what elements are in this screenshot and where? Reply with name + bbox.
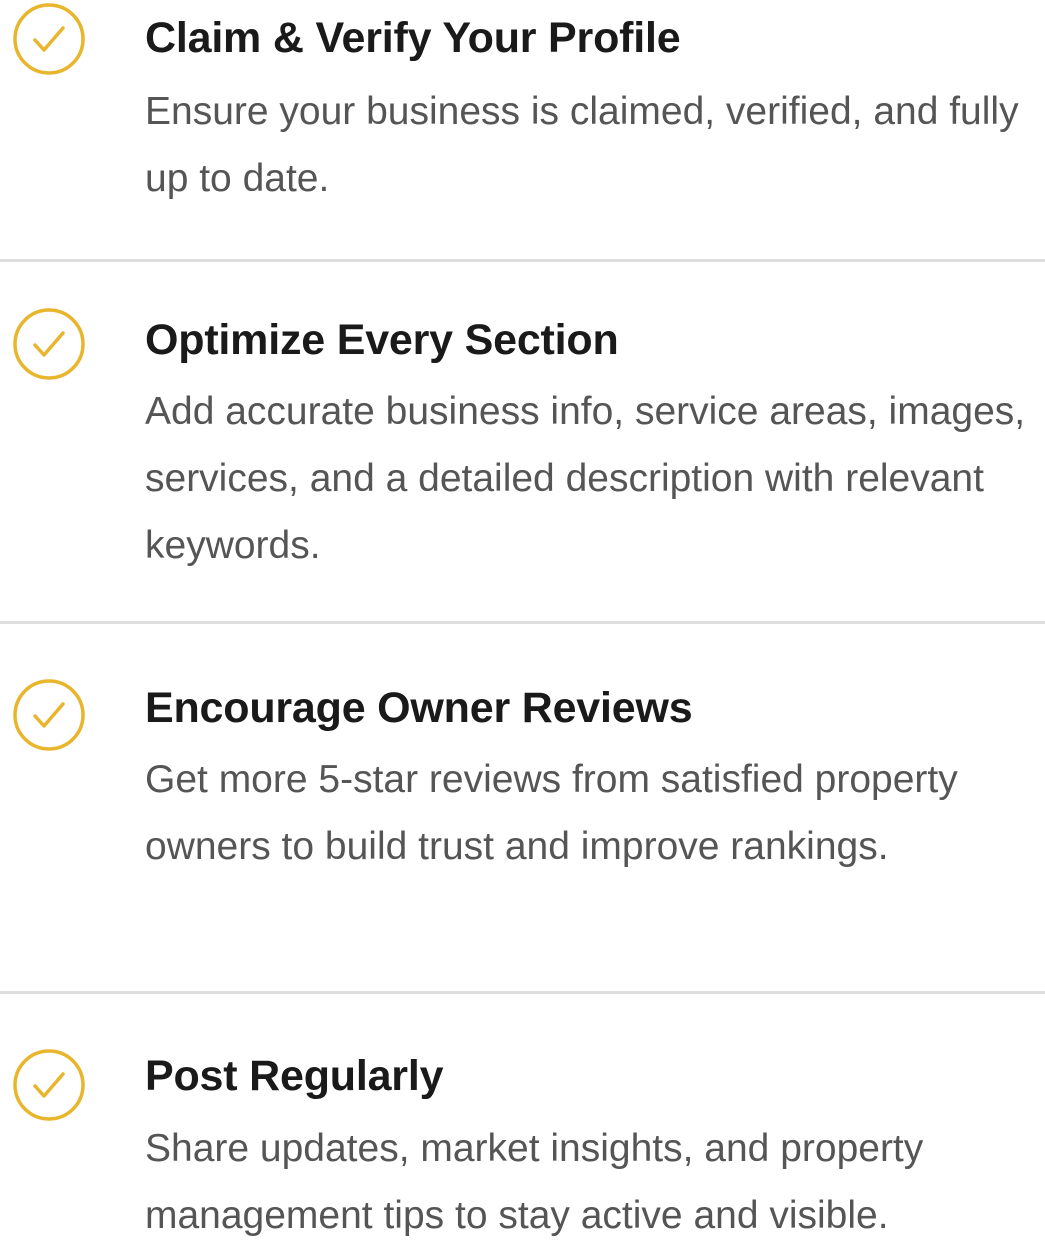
divider [0, 991, 1045, 994]
checklist: Claim & Verify Your Profile Ensure your … [0, 0, 1045, 1245]
item-description: Ensure your business is claimed, verifie… [145, 90, 1019, 200]
item-description: Add accurate business info, service area… [145, 390, 1026, 567]
item-title: Encourage Owner Reviews [145, 684, 693, 732]
check-circle-icon [11, 677, 87, 753]
item-title: Claim & Verify Your Profile [145, 14, 681, 62]
check-circle-icon [11, 306, 87, 382]
check-circle-icon [11, 1047, 87, 1123]
item-description: Share updates, market insights, and prop… [145, 1127, 924, 1237]
item-title: Post Regularly [145, 1052, 444, 1100]
item-description: Get more 5-star reviews from satisfied p… [145, 758, 958, 868]
divider [0, 621, 1045, 624]
item-title: Optimize Every Section [145, 316, 619, 364]
divider [0, 259, 1045, 262]
check-circle-icon [11, 1, 87, 77]
